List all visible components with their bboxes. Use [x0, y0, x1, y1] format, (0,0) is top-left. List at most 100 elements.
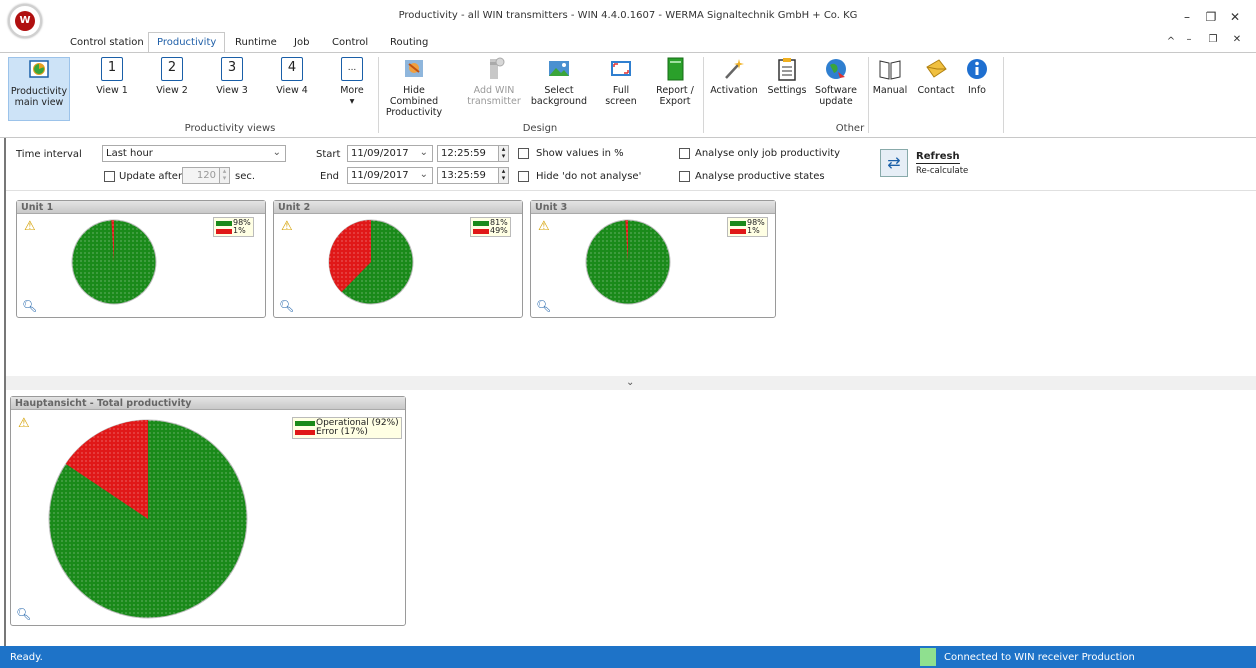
mdi-close-icon[interactable]: ✕	[1230, 34, 1244, 45]
start-time-input[interactable]: 12:25:59	[437, 145, 499, 162]
status-bar: Ready. Connected to WIN receiver Product…	[0, 646, 1256, 668]
analyse-states-label: Analyse productive states	[695, 171, 825, 182]
unit-card[interactable]: Unit 3 ⚠ 98% 1% 🔍︎	[530, 200, 776, 318]
legend-error: 49%	[473, 227, 508, 235]
unit-pie-chart	[585, 219, 671, 305]
end-date-value: 11/09/2017	[351, 170, 409, 181]
analyse-job-checkbox[interactable]	[679, 148, 690, 159]
time-interval-select[interactable]: Last hour ⌄	[102, 145, 286, 162]
more-label: More	[340, 85, 364, 96]
legend-error: Error (17%)	[295, 428, 399, 437]
refresh-icon-button[interactable]: ⇄	[880, 149, 908, 177]
total-pie-chart	[48, 419, 248, 619]
recalculate-button[interactable]: Re-calculate	[916, 166, 968, 176]
error-swatch	[216, 228, 232, 234]
mdi-minimize-icon[interactable]: –	[1182, 34, 1196, 45]
manual-button[interactable]: Manual	[872, 57, 908, 96]
view-3-button[interactable]: 3 View 3	[212, 57, 252, 96]
envelope-icon	[925, 57, 947, 81]
view-4-label: View 4	[276, 85, 308, 96]
magnifier-icon[interactable]: 🔍︎	[279, 299, 294, 313]
unit-legend: 98% 1%	[213, 217, 254, 237]
collapse-ribbon-icon[interactable]: ^	[1164, 36, 1178, 47]
close-icon[interactable]: ✕	[1228, 10, 1242, 24]
refresh-button[interactable]: Refresh	[916, 151, 960, 164]
tab-routing[interactable]: Routing	[382, 35, 436, 53]
tab-job[interactable]: Job	[286, 35, 317, 53]
end-time-input[interactable]: 13:25:59	[437, 167, 499, 184]
view-4-button[interactable]: 4 View 4	[272, 57, 312, 96]
analyse-states-checkbox[interactable]	[679, 171, 690, 182]
legend-error: 1%	[730, 227, 765, 235]
warning-icon[interactable]: ⚠	[18, 416, 30, 431]
report-export-button[interactable]: Report / Export	[650, 57, 700, 107]
error-swatch	[730, 228, 746, 234]
info-icon	[966, 57, 988, 81]
contact-button[interactable]: Contact	[914, 57, 958, 96]
error-legend: Error (17%)	[316, 427, 368, 437]
refresh-icon: ⇄	[887, 153, 901, 172]
warning-icon[interactable]: ⚠	[281, 219, 293, 234]
total-title: Hauptansicht - Total productivity	[11, 397, 405, 410]
add-win-transmitter-button[interactable]: Add WIN transmitter	[466, 57, 522, 107]
software-update-button[interactable]: Software update	[812, 57, 860, 107]
magnifier-icon[interactable]: 🔍︎	[22, 299, 37, 313]
unit-card[interactable]: Unit 2 ⚠ 81% 49% 🔍︎	[273, 200, 523, 318]
end-time-spinner[interactable]: ▴ ▾	[498, 167, 509, 184]
book-icon	[879, 57, 901, 81]
warning-icon[interactable]: ⚠	[24, 219, 36, 234]
view-1-button[interactable]: 1 View 1	[92, 57, 132, 96]
more-icon: ...	[341, 57, 363, 81]
view-3-icon: 3	[221, 57, 243, 81]
end-label: End	[320, 171, 340, 182]
add-transmitter-icon	[483, 57, 505, 81]
splitter[interactable]: ⌄	[6, 376, 1256, 390]
time-interval-label: Time interval	[16, 149, 82, 160]
group-other: Other	[835, 123, 865, 134]
info-button[interactable]: Info	[962, 57, 992, 96]
magnifier-icon[interactable]: 🔍︎	[536, 299, 551, 313]
ribbon-separator	[868, 57, 869, 133]
hide-combined-button[interactable]: Hide Combined Productivity	[380, 57, 448, 118]
update-after-spinner[interactable]: ▴ ▾	[219, 167, 230, 184]
unit-card[interactable]: Unit 1 ⚠ 98% 1% 🔍︎	[16, 200, 266, 318]
chevron-down-icon: ⌄	[419, 169, 428, 180]
unit-legend: 81% 49%	[470, 217, 511, 237]
mdi-restore-icon[interactable]: ❐	[1206, 34, 1220, 45]
unit-legend: 98% 1%	[727, 217, 768, 237]
analyse-job-label: Analyse only job productivity	[695, 148, 841, 159]
show-percent-label: Show values in %	[536, 148, 624, 159]
pie-texture	[72, 220, 156, 304]
chevron-down-icon[interactable]: ⌄	[626, 377, 634, 388]
activation-button[interactable]: Activation	[708, 57, 760, 96]
add-transmitter-label: Add WIN transmitter	[467, 85, 521, 107]
minimize-icon[interactable]: –	[1180, 10, 1194, 24]
tab-runtime[interactable]: Runtime	[227, 35, 285, 53]
warning-icon[interactable]: ⚠	[538, 219, 550, 234]
more-button[interactable]: ... More ▾	[332, 57, 372, 107]
clipboard-icon	[776, 57, 798, 81]
ribbon-separator	[378, 57, 379, 133]
hide-not-analyse-checkbox[interactable]	[518, 171, 529, 182]
unit-pie-chart	[71, 219, 157, 305]
select-background-button[interactable]: Select background	[530, 57, 588, 107]
start-time-spinner[interactable]: ▴ ▾	[498, 145, 509, 162]
tab-control-station[interactable]: Control station	[62, 35, 152, 53]
full-screen-button[interactable]: Full screen	[596, 57, 646, 107]
unit-title: Unit 1	[17, 201, 265, 214]
tab-productivity[interactable]: Productivity	[148, 32, 226, 53]
restore-icon[interactable]: ❐	[1204, 10, 1218, 24]
update-after-checkbox[interactable]	[104, 171, 115, 182]
full-screen-label: Full screen	[605, 85, 637, 107]
settings-button[interactable]: Settings	[764, 57, 810, 96]
total-card[interactable]: Hauptansicht - Total productivity ⚠ Oper…	[10, 396, 406, 626]
start-date-picker[interactable]: 11/09/2017 ⌄	[347, 145, 433, 162]
tab-control[interactable]: Control	[324, 35, 376, 53]
productivity-main-view-button[interactable]: Productivity main view	[8, 57, 70, 121]
view-2-button[interactable]: 2 View 2	[152, 57, 192, 96]
info-label: Info	[968, 85, 986, 96]
update-after-input[interactable]: 120	[182, 167, 220, 184]
show-percent-checkbox[interactable]	[518, 148, 529, 159]
magnifier-icon[interactable]: 🔍︎	[16, 607, 31, 621]
end-date-picker[interactable]: 11/09/2017 ⌄	[347, 167, 433, 184]
